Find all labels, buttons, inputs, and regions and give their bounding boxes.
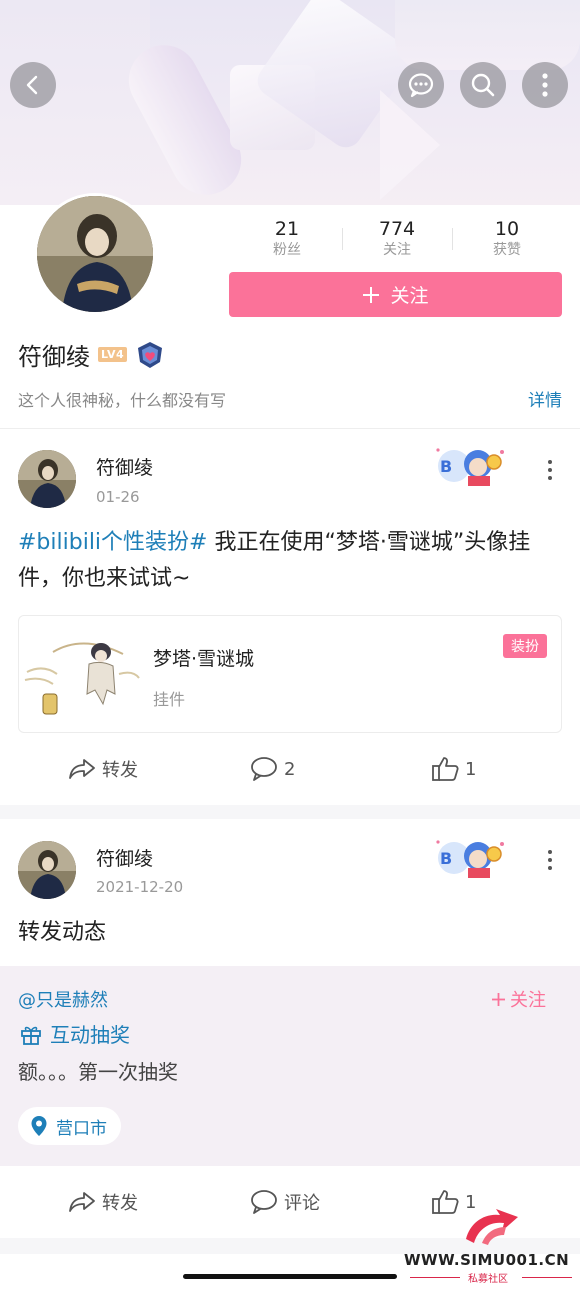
repost-follow-button[interactable]: 关注 — [491, 986, 546, 1012]
comment-count: 2 — [284, 758, 296, 780]
location-label: 营口市 — [56, 1118, 107, 1139]
watermark-logo-icon — [466, 1209, 518, 1245]
forward-button[interactable]: 转发 — [68, 749, 138, 789]
decoration-pendant-icon[interactable]: B — [432, 834, 510, 880]
followers-label: 粉丝 — [273, 242, 301, 258]
post-date: 2021-12-20 — [96, 878, 184, 896]
comment-button[interactable]: 2 — [250, 749, 295, 789]
pendant-thumbnail — [24, 642, 140, 715]
like-button[interactable]: 1 — [431, 749, 476, 789]
profile-stats: 21 粉丝 774 关注 10 获赞 — [232, 218, 562, 262]
item-card[interactable]: 梦塔·雪谜城 挂件 装扮 — [18, 615, 562, 733]
watermark-rule — [522, 1277, 572, 1278]
repost-user-link[interactable]: @只是赫然 — [18, 986, 108, 1012]
comment-icon — [251, 1190, 277, 1214]
location-chip[interactable]: 营口市 — [18, 1107, 121, 1145]
post-date: 01-26 — [96, 488, 140, 506]
profile-name-row: 符御绫 LV4 — [18, 337, 165, 372]
post-content: 转发动态 — [18, 920, 107, 945]
watermark: WWW.SIMU001.CN 私募社区 — [402, 1207, 580, 1289]
profile-name: 符御绫 — [18, 343, 90, 371]
likes-count: 10 — [494, 218, 520, 240]
item-subtitle: 挂件 — [153, 690, 186, 709]
follow-button-label: 关注 — [390, 285, 429, 307]
plus-icon — [492, 993, 505, 1006]
avatar-illustration — [37, 196, 153, 312]
post-content: #bilibili个性装扮# 我正在使用“梦塔·雪谜城”头像挂件，你也来试试~ — [18, 525, 563, 597]
more-vertical-icon — [542, 73, 548, 97]
decoration-pendant-icon[interactable]: B — [432, 442, 510, 488]
stat-following[interactable]: 774 关注 — [342, 218, 452, 262]
chat-bubble-icon — [408, 73, 434, 98]
post-avatar[interactable] — [18, 841, 76, 899]
profile-bio: 这个人很神秘，什么都没有写 — [18, 391, 227, 410]
follow-button[interactable]: 关注 — [229, 272, 562, 317]
lottery-link[interactable]: 互动抽奖 — [20, 1019, 130, 1048]
svg-text:B: B — [440, 457, 452, 476]
search-icon — [471, 73, 495, 97]
following-label: 关注 — [383, 242, 411, 258]
gift-icon — [21, 1026, 41, 1045]
thumbs-up-icon — [432, 757, 459, 781]
item-badge: 装扮 — [503, 634, 547, 658]
like-count: 1 — [465, 758, 477, 780]
svg-text:B: B — [440, 849, 452, 868]
post-more-button[interactable] — [541, 458, 559, 482]
post-action-bar: 转发 2 1 — [0, 749, 580, 789]
more-button[interactable] — [522, 62, 568, 108]
comment-button[interactable]: 评论 — [250, 1182, 320, 1222]
following-count: 774 — [378, 218, 416, 240]
lottery-label: 互动抽奖 — [50, 1023, 130, 1047]
followers-count: 21 — [274, 218, 300, 240]
stat-followers[interactable]: 21 粉丝 — [232, 218, 342, 262]
forward-label: 转发 — [102, 760, 138, 781]
plus-icon — [363, 286, 380, 303]
forward-button[interactable]: 转发 — [68, 1182, 138, 1222]
forward-label: 转发 — [102, 1193, 138, 1214]
home-indicator[interactable] — [183, 1274, 397, 1279]
avatar-illustration — [18, 450, 76, 508]
comment-label: 评论 — [284, 1193, 320, 1214]
post-avatar[interactable] — [18, 450, 76, 508]
stat-likes[interactable]: 10 获赞 — [452, 218, 562, 262]
level-badge: LV4 — [98, 347, 128, 362]
post-more-button[interactable] — [541, 848, 559, 872]
repost-content: 额。。。第一次抽奖 — [18, 1060, 178, 1084]
back-button[interactable] — [10, 62, 56, 108]
likes-label: 获赞 — [493, 242, 521, 258]
medal-icon — [138, 341, 163, 368]
share-arrow-icon — [69, 1192, 95, 1212]
post-author[interactable]: 符御绫 — [96, 844, 153, 871]
post-author[interactable]: 符御绫 — [96, 453, 153, 480]
search-button[interactable] — [460, 62, 506, 108]
share-arrow-icon — [69, 759, 95, 779]
watermark-name: 私募社区 — [468, 1274, 508, 1285]
section-divider — [0, 805, 580, 819]
repost-follow-label: 关注 — [510, 990, 546, 1011]
location-pin-icon — [31, 1116, 47, 1136]
detail-link[interactable]: 详情 — [528, 386, 562, 411]
avatar[interactable] — [34, 193, 156, 315]
watermark-url: WWW.SIMU001.CN — [404, 1251, 570, 1269]
message-button[interactable] — [398, 62, 444, 108]
avatar-illustration — [18, 841, 76, 899]
item-title: 梦塔·雪谜城 — [153, 648, 255, 670]
divider — [0, 428, 580, 429]
watermark-rule — [410, 1277, 460, 1278]
chevron-left-icon — [26, 75, 38, 95]
topic-tag[interactable]: #bilibili个性装扮# — [18, 530, 207, 555]
comment-icon — [251, 757, 277, 781]
